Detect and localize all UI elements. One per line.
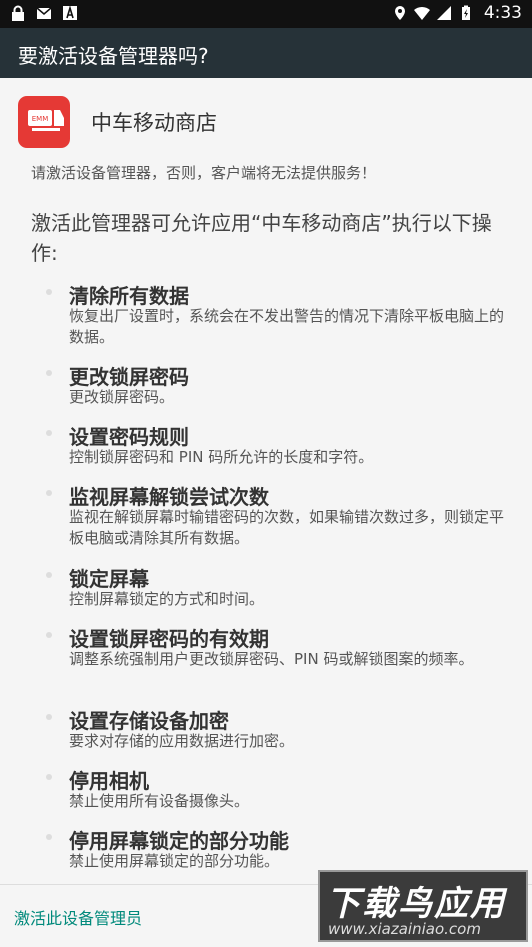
app-icon-label: EMM <box>32 115 49 123</box>
bullet-icon <box>46 572 52 578</box>
mail-icon <box>36 7 52 19</box>
bullet-icon <box>46 430 52 436</box>
status-bar: 4:33 <box>0 0 532 28</box>
train-icon: EMM <box>28 110 64 131</box>
battery-icon <box>461 5 470 20</box>
permission-title: 设置存储设备加密 <box>69 709 229 733</box>
watermark-main: 下载鸟应用 <box>326 884 506 924</box>
activate-device-admin-button[interactable]: 激活此设备管理员 <box>14 905 142 929</box>
bullet-icon <box>46 714 52 720</box>
signal-icon <box>436 6 451 20</box>
warning-text: 请激活设备管理器，否则，客户端将无法提供服务！ <box>31 164 377 182</box>
bullet-icon <box>46 370 52 376</box>
permission-title: 监视屏幕解锁尝试次数 <box>69 485 269 509</box>
font-download-icon <box>63 5 77 20</box>
app-header: EMM 中车移动商店 <box>18 96 217 148</box>
permission-desc: 禁止使用所有设备摄像头。 <box>69 792 250 810</box>
bullet-icon <box>46 774 52 780</box>
permission-desc: 调整系统强制用户更改锁屏密码、PIN 码或解锁图案的频率。 <box>69 650 474 668</box>
permission-title: 清除所有数据 <box>69 284 189 308</box>
permission-title: 更改锁屏密码 <box>69 365 189 389</box>
watermark-sub: www.xiazainiao.com <box>328 920 481 938</box>
permission-desc: 禁止使用屏幕锁定的部分功能。 <box>69 852 280 870</box>
wifi-icon <box>413 6 430 20</box>
app-name: 中车移动商店 <box>91 111 217 135</box>
bullet-icon <box>46 289 52 295</box>
permission-title: 停用屏幕锁定的部分功能 <box>69 829 289 853</box>
intro-text: 激活此管理器可允许应用“中车移动商店”执行以下操作: <box>31 211 492 265</box>
location-icon <box>394 6 405 20</box>
permission-desc: 控制屏幕锁定的方式和时间。 <box>69 590 265 608</box>
bullet-icon <box>46 490 52 496</box>
permission-title: 锁定屏幕 <box>69 567 149 591</box>
bullet-icon <box>46 632 52 638</box>
permission-desc: 恢复出厂设置时，系统会在不发出警告的情况下清除平板电脑上的数据。 <box>69 307 505 346</box>
permission-title: 停用相机 <box>69 769 149 793</box>
app-icon: EMM <box>18 96 70 148</box>
permission-desc: 控制锁屏密码和 PIN 码所允许的长度和字符。 <box>69 448 374 466</box>
status-time: 4:33 <box>483 3 522 23</box>
app-bar: 要激活设备管理器吗? <box>0 28 532 78</box>
permission-desc: 监视在解锁屏幕时输错密码的次数，如果输错次数过多，则锁定平板电脑或清除其所有数据… <box>69 508 505 547</box>
lock-icon <box>12 5 24 21</box>
bullet-icon <box>46 834 52 840</box>
permission-desc: 要求对存储的应用数据进行加密。 <box>69 732 295 750</box>
permission-title: 设置密码规则 <box>69 425 189 449</box>
permission-title: 设置锁屏密码的有效期 <box>69 627 269 651</box>
permission-desc: 更改锁屏密码。 <box>69 388 175 406</box>
watermark-logo: 下载鸟应用 www.xiazainiao.com <box>318 870 528 942</box>
page-title: 要激活设备管理器吗? <box>18 44 209 68</box>
